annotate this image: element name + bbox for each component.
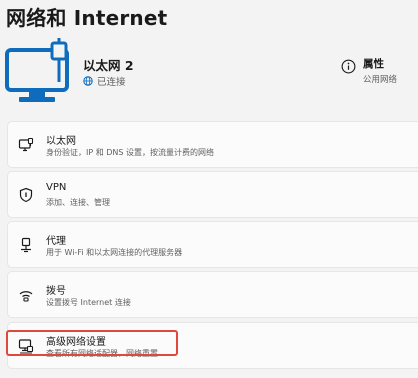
connection-summary: 以太网 2 已连接 属性 公用网络	[0, 38, 418, 108]
card-subtitle: 用于 Wi-Fi 和以太网连接的代理服务器	[46, 248, 183, 257]
card-subtitle: 设置拨号 Internet 连接	[46, 298, 131, 307]
card-title: VPN	[46, 182, 67, 193]
proxy-icon	[21, 237, 31, 253]
ethernet-icon	[18, 137, 34, 152]
page-title: 网络和 Internet	[6, 6, 168, 30]
network-profile: 公用网络	[363, 75, 398, 85]
vpn-shield-icon	[19, 187, 33, 203]
properties-button[interactable]: 属性 公用网络	[341, 56, 397, 85]
card-title: 拨号	[46, 286, 66, 297]
dialup-icon	[19, 291, 33, 302]
vpn-card[interactable]: VPN 添加、连接、管理	[7, 171, 418, 218]
properties-title: 属性	[363, 58, 384, 70]
connection-status: 已连接	[83, 74, 126, 88]
dialup-card[interactable]: 拨号 设置拨号 Internet 连接	[7, 271, 418, 318]
advanced-network-settings-card[interactable]: 高级网络设置 查看所有网络适配器，网络重置	[7, 322, 418, 369]
card-title: 代理	[46, 236, 66, 247]
advanced-network-icon	[18, 339, 34, 354]
card-title: 以太网	[46, 136, 76, 147]
card-subtitle: 添加、连接、管理	[46, 198, 110, 207]
connection-status-text: 已连接	[97, 77, 126, 88]
proxy-card[interactable]: 代理 用于 Wi-Fi 和以太网连接的代理服务器	[7, 221, 418, 268]
info-icon	[341, 59, 356, 74]
card-subtitle: 身份验证，IP 和 DNS 设置，按流量计费的网络	[46, 148, 215, 157]
ethernet-monitor-icon	[5, 38, 69, 102]
ethernet-card[interactable]: 以太网 身份验证，IP 和 DNS 设置，按流量计费的网络	[7, 121, 418, 168]
card-title: 高级网络设置	[46, 337, 106, 348]
card-subtitle: 查看所有网络适配器，网络重置	[46, 349, 158, 358]
connection-name: 以太网 2	[83, 58, 134, 73]
globe-icon	[83, 76, 93, 86]
